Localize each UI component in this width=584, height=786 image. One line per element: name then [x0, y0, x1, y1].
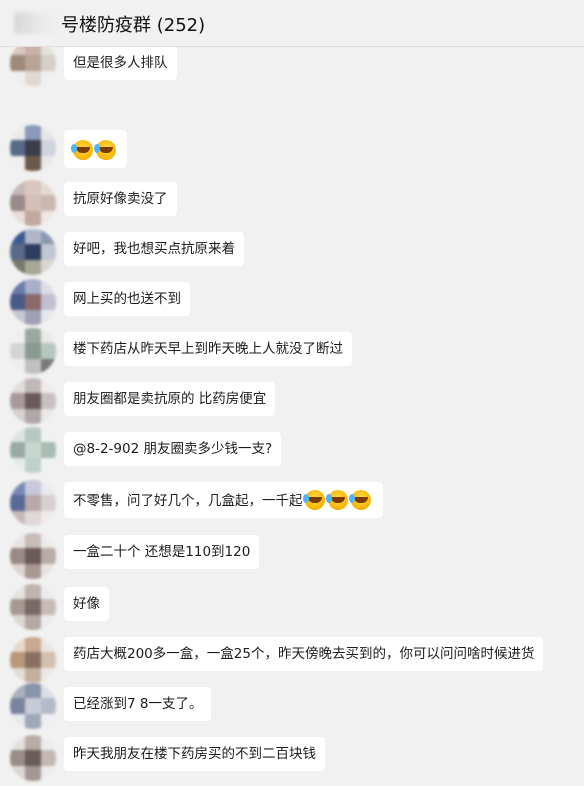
- message-bubble[interactable]: 不零售，问了好几个，几盒起，一千起: [64, 482, 383, 518]
- message-text: 好吧，我也想买点抗原来着: [73, 241, 235, 257]
- laugh-cry-emoji-icon: [302, 490, 325, 510]
- message-text: 朋友圈都是卖抗原的 比药房便宜: [73, 391, 267, 407]
- message-text: 好像: [73, 596, 100, 612]
- message-text: 一盒二十个 还想是110到120: [73, 544, 251, 560]
- avatar[interactable]: [10, 584, 56, 630]
- message-bubble[interactable]: 昨天我朋友在楼下药房买的不到二百块钱: [64, 737, 325, 771]
- message-text: 药店大概200多一盒，一盒25个，昨天傍晚去买到的，你可以问问啥时候进货: [73, 646, 535, 662]
- avatar[interactable]: [10, 279, 56, 325]
- message-bubble[interactable]: 朋友圈都是卖抗原的 比药房便宜: [64, 382, 276, 416]
- message-bubble[interactable]: 药店大概200多一盒，一盒25个，昨天傍晚去买到的，你可以问问啥时候进货: [64, 637, 544, 671]
- group-title: 号楼防疫群 (252): [61, 15, 206, 36]
- message-bubble[interactable]: @8-2-902 朋友圈卖多少钱一支?: [64, 432, 282, 466]
- message-text: 但是很多人排队: [73, 55, 168, 71]
- message-text: 已经涨到7 8一支了。: [73, 696, 203, 712]
- laugh-cry-emoji-icon: [94, 140, 116, 160]
- message-bubble[interactable]: [64, 130, 127, 168]
- message-bubble[interactable]: 但是很多人排队: [64, 46, 177, 80]
- avatar[interactable]: [10, 480, 56, 526]
- avatar[interactable]: [10, 637, 56, 683]
- message-bubble[interactable]: 一盒二十个 还想是110到120: [64, 535, 260, 569]
- laugh-cry-emoji-icon: [71, 140, 93, 160]
- avatar[interactable]: [10, 229, 56, 275]
- avatar[interactable]: [10, 328, 56, 374]
- message-bubble[interactable]: 楼下药店从昨天早上到昨天晚上人就没了断过: [64, 332, 352, 366]
- group-name-blurred: [14, 12, 62, 34]
- message-bubble[interactable]: 网上买的也送不到: [64, 282, 190, 316]
- message-text: 抗原好像卖没了: [73, 191, 168, 207]
- message-bubble[interactable]: 好吧，我也想买点抗原来着: [64, 232, 244, 266]
- message-text: 昨天我朋友在楼下药房买的不到二百块钱: [73, 746, 316, 762]
- message-bubble[interactable]: 好像: [64, 587, 109, 621]
- message-text: 楼下药店从昨天早上到昨天晚上人就没了断过: [73, 341, 343, 357]
- message-text: @8-2-902 朋友圈卖多少钱一支?: [73, 441, 273, 457]
- laugh-cry-emoji-icon: [348, 490, 371, 510]
- message-text: 不零售，问了好几个，几盒起，一千起: [73, 493, 303, 509]
- avatar[interactable]: [10, 683, 56, 729]
- laugh-cry-emoji-icon: [325, 490, 348, 510]
- message-text: 网上买的也送不到: [73, 291, 181, 307]
- chat-header: 号楼防疫群 (252): [0, 0, 584, 47]
- avatar[interactable]: [10, 427, 56, 473]
- avatar[interactable]: [10, 735, 56, 781]
- avatar[interactable]: [10, 125, 56, 171]
- message-bubble[interactable]: 抗原好像卖没了: [64, 182, 177, 216]
- avatar[interactable]: [10, 378, 56, 424]
- avatar[interactable]: [10, 533, 56, 579]
- avatar[interactable]: [10, 180, 56, 226]
- message-bubble[interactable]: 已经涨到7 8一支了。: [64, 687, 212, 721]
